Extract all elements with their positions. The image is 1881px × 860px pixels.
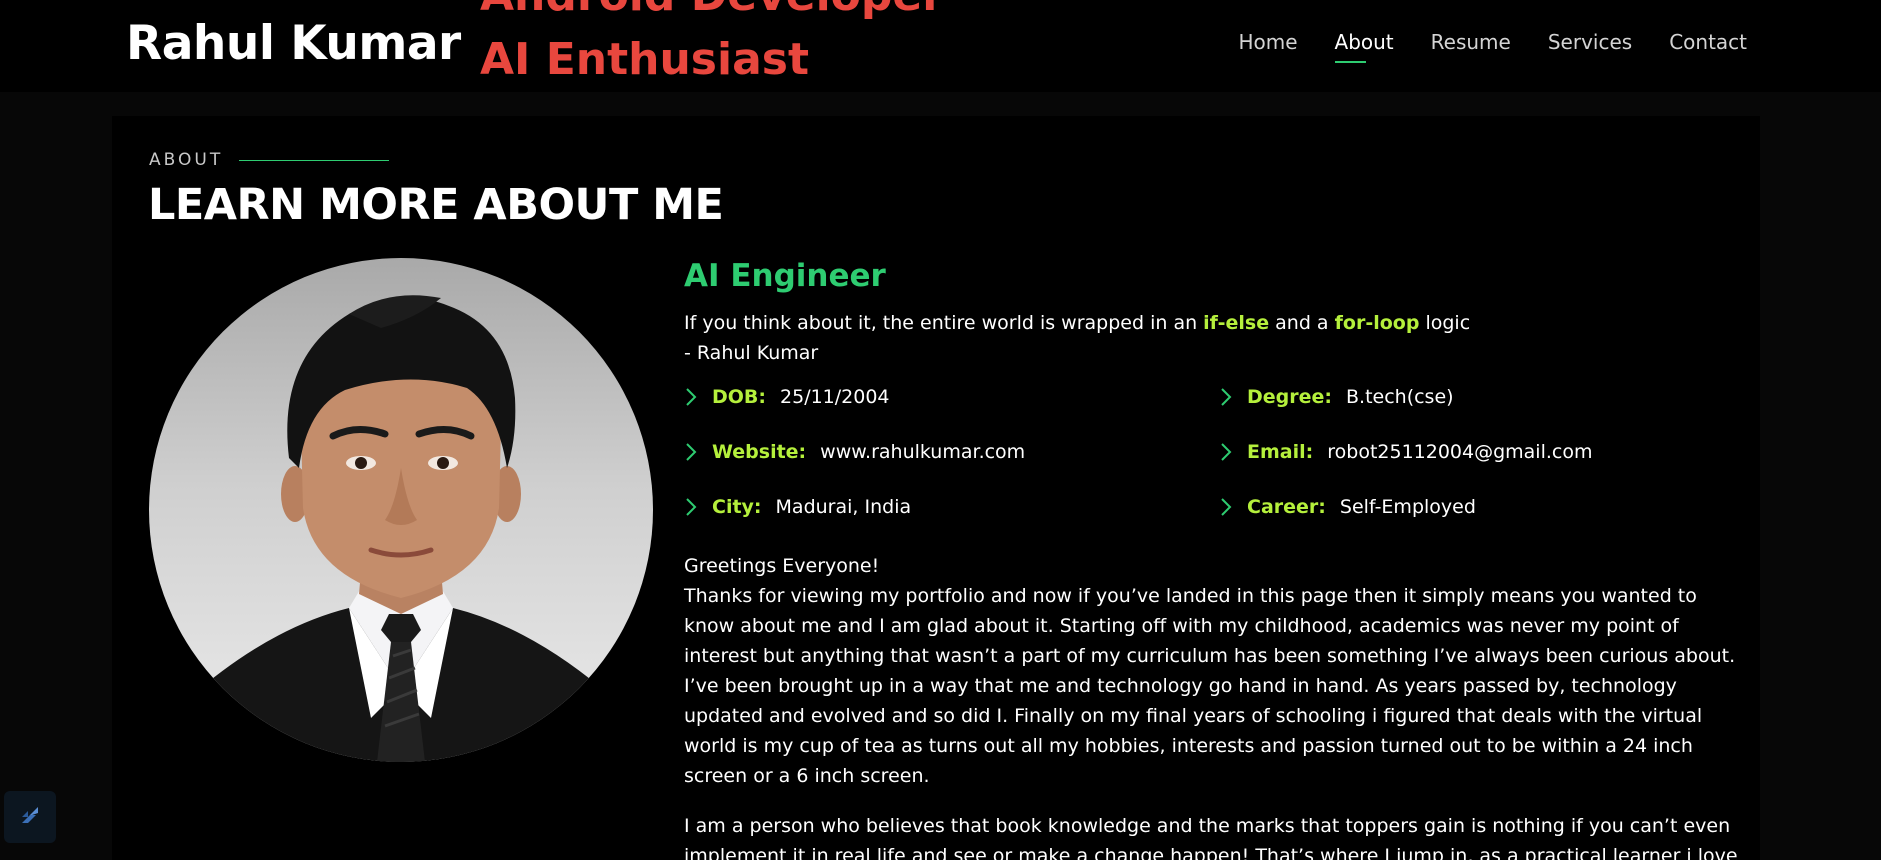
info-career-value: Self-Employed [1339, 496, 1476, 518]
bio-paragraph-2: I am a person who believes that book kno… [684, 815, 1738, 860]
bio-paragraph-1: Greetings Everyone! Thanks for viewing my… [684, 551, 1738, 791]
slash-logo-icon [16, 801, 44, 833]
chevron-right-icon [1219, 386, 1241, 408]
info-email: Email: robot25112004@gmail.com [1219, 441, 1592, 463]
nav-contact[interactable]: Contact [1669, 30, 1747, 54]
nav-resume[interactable]: Resume [1431, 30, 1511, 54]
info-website-value[interactable]: www.rahulkumar.com [820, 441, 1025, 463]
nav-services[interactable]: Services [1548, 30, 1632, 54]
personal-info-grid: DOB: 25/11/2004 Degree: B.tech(cse) Webs… [684, 386, 1734, 556]
info-city: City: Madurai, India [684, 496, 911, 518]
info-career: Career: Self-Employed [1219, 496, 1476, 518]
quote-highlight-for-loop: for-loop [1334, 312, 1420, 334]
chevron-right-icon [684, 441, 706, 463]
info-degree-value: B.tech(cse) [1346, 386, 1454, 408]
info-career-label: Career: [1247, 496, 1326, 518]
nav-home-label: Home [1238, 30, 1298, 54]
info-degree-label: Degree: [1247, 386, 1332, 408]
chevron-right-icon [684, 386, 706, 408]
info-dob: DOB: 25/11/2004 [684, 386, 890, 408]
bio-paragraph-1-text: Thanks for viewing my portfolio and now … [684, 585, 1736, 787]
info-email-label: Email: [1247, 441, 1314, 463]
section-title: LEARN MORE ABOUT ME [148, 180, 724, 230]
active-nav-indicator [1334, 61, 1366, 63]
typed-text-current: AI Enthusiast [480, 34, 809, 76]
section-eyebrow-text: ABOUT [149, 150, 224, 170]
info-dob-label: DOB: [712, 386, 767, 408]
info-dob-value: 25/11/2004 [780, 386, 890, 408]
nav-services-label: Services [1547, 30, 1633, 54]
info-website-label: Website: [712, 441, 807, 463]
quote-text-pre: If you think about it, the entire world … [684, 312, 1204, 334]
section-eyebrow: ABOUT [149, 150, 390, 170]
nav-home[interactable]: Home [1238, 30, 1297, 54]
quote-block: If you think about it, the entire world … [684, 308, 1734, 368]
site-logo[interactable]: Rahul Kumar [126, 16, 461, 71]
quote-text: If you think about it, the entire world … [684, 308, 1734, 338]
nav-contact-label: Contact [1669, 30, 1747, 54]
chevron-right-icon [684, 496, 706, 518]
quote-text-post: logic [1419, 312, 1471, 334]
main-nav: Home About Resume Services Contact [1238, 30, 1747, 63]
chevron-right-icon [1219, 496, 1241, 518]
typed-text-previous: Android Developer [480, 0, 944, 21]
nav-about[interactable]: About [1334, 30, 1394, 63]
info-email-value[interactable]: robot25112004@gmail.com [1327, 441, 1592, 463]
profile-portrait-illustration [149, 295, 653, 762]
info-city-value: Madurai, India [775, 496, 912, 518]
section-eyebrow-line [239, 159, 390, 161]
nav-about-label: About [1334, 30, 1394, 54]
role-title: AI Engineer [684, 258, 886, 294]
floating-badge-button[interactable] [4, 791, 56, 843]
chevron-right-icon [1219, 441, 1241, 463]
nav-resume-label: Resume [1430, 30, 1511, 54]
info-degree: Degree: B.tech(cse) [1219, 386, 1454, 408]
site-header: Rahul Kumar Android Developer AI Enthusi… [0, 0, 1881, 92]
info-city-label: City: [712, 496, 762, 518]
info-website: Website: www.rahulkumar.com [684, 441, 1025, 463]
typed-text-container: Android Developer AI Enthusiast [480, 0, 1000, 76]
quote-text-mid: and a [1269, 312, 1335, 334]
profile-photo [149, 258, 653, 762]
bio-greeting: Greetings Everyone! [684, 555, 880, 577]
bio-text: Greetings Everyone! Thanks for viewing my… [684, 551, 1738, 860]
quote-highlight-if-else: if-else [1203, 312, 1270, 334]
quote-author: - Rahul Kumar [684, 342, 819, 364]
